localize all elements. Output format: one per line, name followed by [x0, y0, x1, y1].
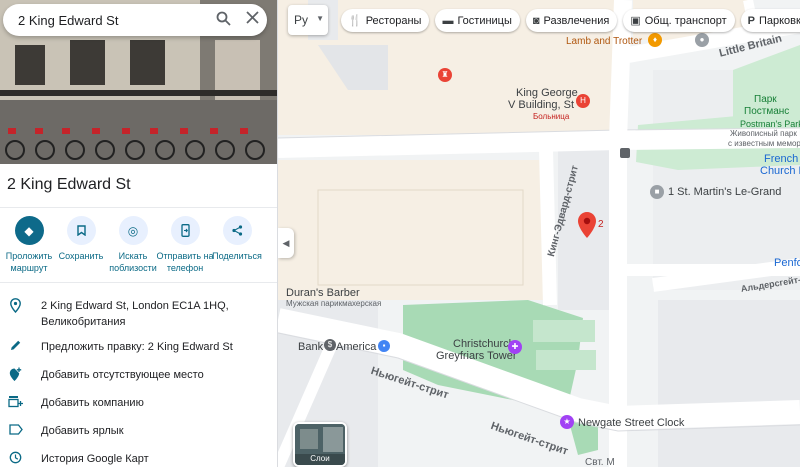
map-label-christchurch-2[interactable]: Greyfriars Tower: [436, 350, 516, 362]
chip-transit[interactable]: ▣ Общ. транспорт: [623, 9, 735, 32]
place-panel: 2 King Edward St 2 King Edward St ◆ Прол…: [0, 0, 278, 467]
close-icon[interactable]: [237, 11, 267, 29]
chip-parking[interactable]: P Парковка: [740, 9, 800, 32]
search-input[interactable]: 2 King Edward St: [18, 13, 209, 28]
transit-icon: ▣: [630, 15, 641, 27]
send-to-phone-button[interactable]: Отправить на телефон: [156, 216, 214, 274]
church-icon[interactable]: ✚: [508, 340, 522, 354]
search-icon[interactable]: [209, 11, 237, 29]
chip-label: Развлечения: [543, 14, 610, 27]
map-canvas[interactable]: Lamb and Trotter ♦ ● Little Britain Парк…: [278, 0, 800, 467]
language-selector[interactable]: Ру ▼: [288, 5, 328, 35]
map-label-bottom-fragment: Свт. М: [585, 457, 615, 467]
map-label-durans-desc: Мужская парикмахерская: [286, 299, 382, 308]
add-missing-place-text: Добавить отсутствующее место: [41, 369, 204, 381]
bus-stop-icon[interactable]: ▪: [378, 340, 390, 352]
map-label-french-1[interactable]: French I: [764, 153, 800, 165]
hospital-icon[interactable]: H: [576, 94, 590, 108]
transit-stop-icon[interactable]: ●: [695, 33, 709, 47]
save-button[interactable]: Сохранить: [55, 216, 107, 274]
map-label-church[interactable]: Church B: [760, 165, 800, 177]
share-button[interactable]: Поделиться: [211, 216, 263, 274]
add-label-text: Добавить ярлык: [41, 425, 124, 437]
chip-label: Гостиницы: [457, 14, 512, 27]
action-label: Искать поблизости: [109, 251, 157, 273]
map-label-park-1: Парк: [754, 94, 777, 105]
share-icon: [222, 216, 252, 245]
add-missing-place-row[interactable]: Добавить отсутствующее место: [0, 367, 277, 385]
chip-hotels[interactable]: ▬ Гостиницы: [435, 9, 520, 32]
maps-app: Lamb and Trotter ♦ ● Little Britain Парк…: [0, 0, 800, 467]
map-label-king-george-1[interactable]: King George: [516, 87, 578, 99]
suggest-edit-row[interactable]: Предложить правку: 2 King Edward St: [0, 339, 277, 355]
chip-label: Рестораны: [365, 14, 422, 27]
add-business-row[interactable]: Добавить компанию: [0, 395, 277, 411]
chevron-down-icon: ▼: [316, 14, 324, 23]
history-icon: [0, 451, 30, 467]
map-label-king-george-3: Больница: [533, 112, 570, 121]
restaurant-icon: 🍴: [348, 15, 362, 27]
bookmark-icon: [66, 216, 96, 245]
add-place-icon: [0, 367, 30, 385]
collapse-panel-button[interactable]: ◀: [278, 228, 294, 258]
place-title: 2 King Edward St: [7, 176, 131, 193]
map-label-penfo[interactable]: Penfo: [774, 257, 800, 269]
add-business-icon: [0, 395, 30, 411]
language-label: Ру: [294, 13, 309, 27]
map-label-christchurch-1[interactable]: Christchurch: [453, 338, 515, 350]
pencil-icon: [0, 339, 30, 355]
map-label-park-2: Постманс: [744, 106, 790, 117]
category-chips: 🍴 Рестораны ▬ Гостиницы ◙ Развлечения ▣ …: [341, 9, 800, 32]
chip-entertainment[interactable]: ◙ Развлечения: [525, 9, 618, 32]
layers-button[interactable]: Слои: [293, 422, 347, 467]
add-business-text: Добавить компанию: [41, 397, 144, 409]
label-icon: [0, 423, 30, 438]
map-label-america[interactable]: America: [336, 341, 376, 353]
map-label-king-george-2[interactable]: V Building, St: [508, 99, 574, 111]
pub-icon[interactable]: ♦: [648, 33, 662, 47]
nearby-icon: ◎: [118, 216, 148, 245]
nearby-button[interactable]: ◎ Искать поблизости: [107, 216, 159, 274]
hotel-icon: ▬: [442, 14, 454, 27]
address-text: 2 King Edward St, London EC1A 1HQ, Велик…: [41, 300, 229, 328]
camera-icon: ◙: [532, 14, 540, 27]
map-label-st-martins[interactable]: 1 St. Martin's Le-Grand: [668, 186, 781, 198]
search-box[interactable]: 2 King Edward St: [3, 4, 267, 36]
bank-icon[interactable]: $: [324, 339, 336, 351]
action-buttons: ◆ Проложить маршрут Сохранить ◎ Искать п…: [0, 216, 277, 274]
action-label: Проложить маршрут: [5, 251, 53, 273]
map-label-postmans-park-desc-2: с известным мемориалом: [728, 139, 800, 148]
divider: [0, 207, 277, 208]
maps-history-text: История Google Карт: [41, 453, 149, 465]
action-label: Сохранить: [58, 251, 104, 261]
divider: [0, 282, 277, 283]
pin-number: 2: [598, 219, 604, 230]
chip-label: Общ. транспорт: [644, 14, 727, 27]
address-row[interactable]: 2 King Edward St, London EC1A 1HQ, Велик…: [0, 298, 277, 330]
directions-icon: ◆: [14, 216, 44, 245]
map-base-layer: [278, 0, 800, 467]
location-pin-marker[interactable]: [578, 212, 596, 238]
add-label-row[interactable]: Добавить ярлык: [0, 423, 277, 439]
action-label: Поделиться: [212, 251, 262, 261]
landmark-icon[interactable]: ♜: [438, 68, 452, 82]
clock-landmark-icon[interactable]: ★: [560, 415, 574, 429]
chevron-left-icon: ◀: [282, 237, 290, 248]
chip-label: Парковка: [758, 14, 800, 27]
parking-icon: P: [747, 14, 755, 27]
suggest-edit-text: Предложить правку: 2 King Edward St: [41, 341, 233, 353]
location-pin-icon: [0, 298, 30, 316]
action-label: Отправить на телефон: [156, 251, 214, 273]
map-label-lamb-trotter[interactable]: Lamb and Trotter: [566, 36, 642, 48]
map-label-newgate-clock[interactable]: Newgate Street Clock: [578, 417, 684, 429]
chip-restaurants[interactable]: 🍴 Рестораны: [341, 9, 430, 32]
maps-history-row[interactable]: История Google Карт: [0, 451, 277, 467]
building-icon[interactable]: ■: [650, 185, 664, 199]
directions-button[interactable]: ◆ Проложить маршрут: [3, 216, 55, 274]
traffic-light-icon: [620, 148, 630, 158]
send-to-phone-icon: [170, 216, 200, 245]
layers-label: Слои: [310, 454, 330, 463]
